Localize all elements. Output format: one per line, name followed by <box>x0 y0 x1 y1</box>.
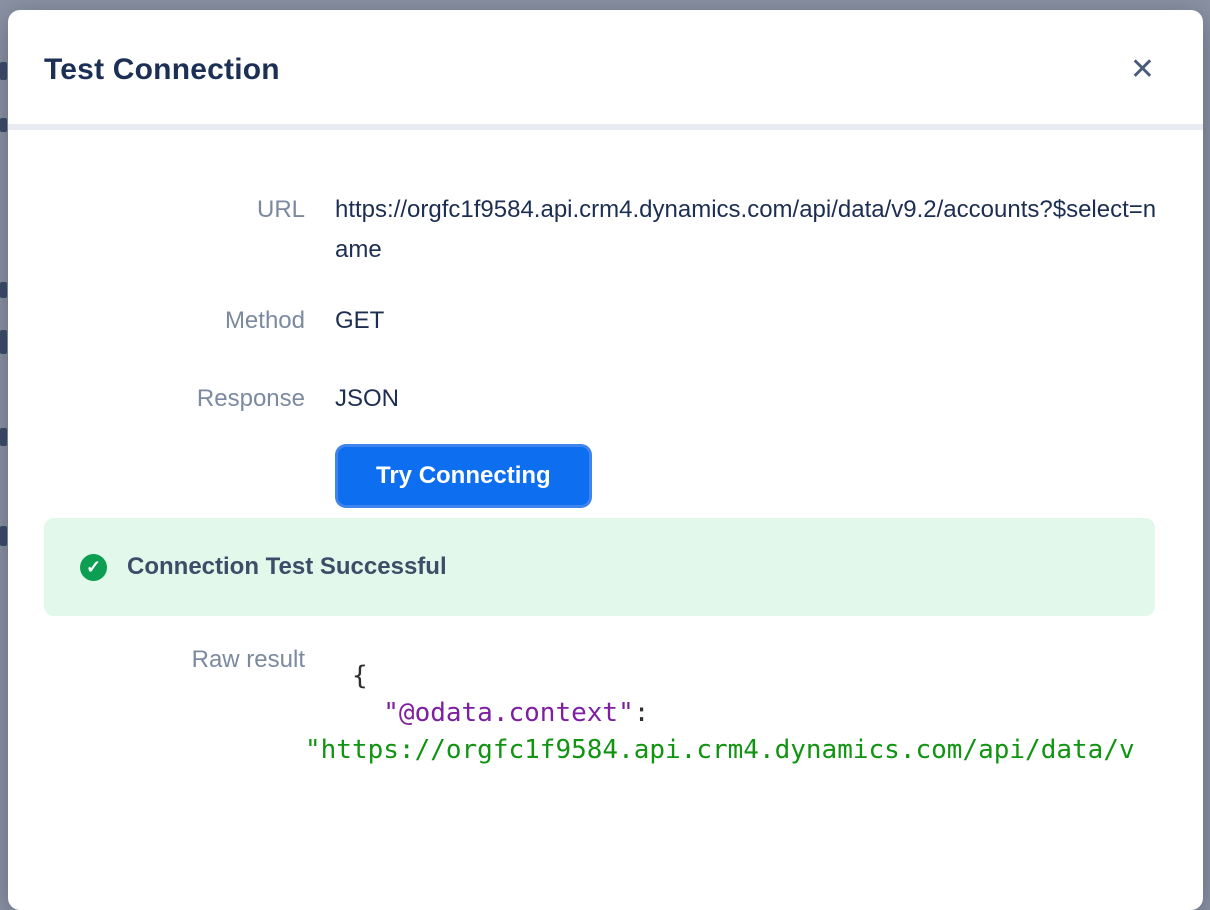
background-page-fragment <box>0 62 7 80</box>
background-page-fragment <box>0 118 7 132</box>
raw-result-code: { "@odata.context": "https://orgfc1f9584… <box>305 658 1161 769</box>
url-value: https://orgfc1f9584.api.crm4.dynamics.co… <box>335 190 1161 270</box>
background-page-fragment <box>0 330 7 354</box>
raw-result-row: Raw result { "@odata.context": "https://… <box>40 640 1161 769</box>
response-row: Response JSON <box>40 384 1161 414</box>
url-label: URL <box>40 190 305 230</box>
code-url-string: "https://orgfc1f9584.api.crm4.dynamics.c… <box>305 735 1135 765</box>
method-label: Method <box>40 306 305 336</box>
button-row: Try Connecting <box>40 444 1161 508</box>
response-value: JSON <box>335 384 1161 414</box>
modal-header: Test Connection ✕ <box>8 10 1203 124</box>
page-title: Test Connection <box>44 53 280 87</box>
response-label: Response <box>40 384 305 414</box>
method-value: GET <box>335 306 1161 336</box>
test-connection-modal: Test Connection ✕ URL https://orgfc1f958… <box>8 10 1203 910</box>
success-banner: ✓ Connection Test Successful <box>44 518 1155 616</box>
background-page-fragment <box>0 526 7 546</box>
modal-body: URL https://orgfc1f9584.api.crm4.dynamic… <box>8 130 1203 769</box>
close-button[interactable]: ✕ <box>1126 55 1159 85</box>
check-circle-icon: ✓ <box>80 554 107 581</box>
background-page-fragment <box>0 282 7 298</box>
url-row: URL https://orgfc1f9584.api.crm4.dynamic… <box>40 190 1161 270</box>
code-odata-key: "@odata.context" <box>305 698 634 728</box>
success-banner-text: Connection Test Successful <box>127 553 447 581</box>
raw-result-label: Raw result <box>40 640 305 680</box>
try-connecting-button[interactable]: Try Connecting <box>338 447 589 505</box>
method-row: Method GET <box>40 306 1161 336</box>
background-page-fragment <box>0 428 7 446</box>
check-glyph: ✓ <box>86 557 101 578</box>
code-colon: : <box>634 698 650 728</box>
code-line-brace: { <box>305 661 368 691</box>
close-icon: ✕ <box>1130 53 1155 86</box>
